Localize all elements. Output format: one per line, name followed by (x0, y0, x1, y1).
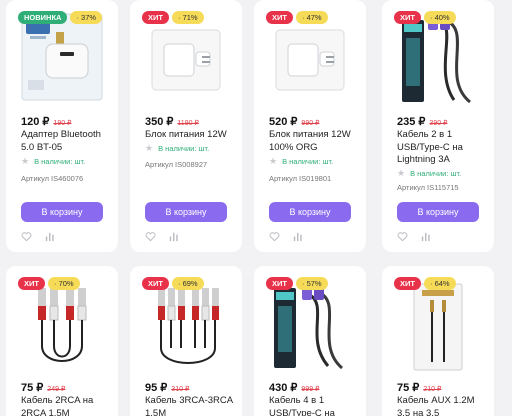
discount-badge: · 64% (423, 277, 456, 290)
price: 95 ₽ 310 ₽ (145, 381, 189, 394)
card-actions (397, 231, 431, 242)
product-card[interactable]: ХИТ · 57% 430 ₽ 999 ₽ Кабель 4 в 1 USB/T… (254, 266, 366, 416)
discount-badge: · 47% (295, 11, 328, 24)
compare-icon[interactable] (44, 231, 55, 242)
heart-icon[interactable] (269, 231, 280, 242)
hit-badge: ХИТ (394, 277, 421, 290)
badges: ХИТ · 71% (142, 11, 204, 24)
product-title[interactable]: Адаптер Bluetooth 5.0 BT-05 (21, 129, 110, 154)
old-price: 999 ₽ (301, 386, 320, 393)
stock-text: В наличии: шт. (282, 157, 334, 166)
compare-icon[interactable] (292, 231, 303, 242)
badges: ХИТ · 47% (266, 11, 328, 24)
hit-badge: ХИТ (266, 277, 293, 290)
product-title[interactable]: Кабель AUX 1.2M 3.5 на 3.5 (397, 395, 486, 416)
add-to-cart-button[interactable]: В корзину (397, 202, 479, 222)
product-card[interactable]: ХИТ · 70% 75 ₽ 249 ₽ Кабель 2RCA на 2RCA… (6, 266, 118, 416)
add-to-cart-button[interactable]: В корзину (145, 202, 227, 222)
product-title[interactable]: Кабель 2 в 1 USB/Type-C на Lightning 3A (397, 129, 486, 167)
product-card[interactable]: ХИТ · 47% 520 ₽ 990 ₽ Блок питания 12W 1… (254, 0, 366, 252)
badges: ХИТ · 57% (266, 277, 328, 290)
product-title[interactable]: Блок питания 12W 100% ORG (269, 129, 358, 154)
product-title[interactable]: Блок питания 12W (145, 129, 234, 142)
old-price: 249 ₽ (47, 386, 66, 393)
product-card[interactable]: ХИТ · 71% 350 ₽ 1190 ₽ Блок питания 12W … (130, 0, 242, 252)
old-price: 990 ₽ (301, 120, 320, 127)
article-number: Артикул IS019801 (269, 174, 332, 183)
product-title[interactable]: Кабель 4 в 1 USB/Type-C на Type- (269, 395, 358, 416)
stock-status: ★ В наличии: шт. (397, 168, 461, 179)
stock-text: В наличии: шт. (158, 144, 210, 153)
discount-badge: · 57% (295, 277, 328, 290)
current-price: 120 ₽ (21, 116, 50, 128)
article-number: Артикул IS115715 (397, 183, 459, 192)
hit-badge: ХИТ (394, 11, 421, 24)
badges: НОВИНКА · 37% (18, 11, 103, 24)
current-price: 75 ₽ (21, 382, 44, 394)
stock-status: ★ В наличии: шт. (145, 143, 209, 154)
current-price: 95 ₽ (145, 382, 168, 394)
price: 75 ₽ 249 ₽ (21, 381, 65, 394)
heart-icon[interactable] (397, 231, 408, 242)
stock-status: ★ В наличии: шт. (269, 156, 333, 167)
product-card[interactable]: НОВИНКА · 37% 120 ₽ 190 ₽ Адаптер Blueto… (6, 0, 118, 252)
price: 235 ₽ 390 ₽ (397, 115, 448, 128)
stock-text: В наличии: шт. (34, 157, 86, 166)
discount-badge: · 70% (47, 277, 80, 290)
star-icon: ★ (21, 156, 30, 166)
discount-badge: · 40% (423, 11, 456, 24)
star-icon: ★ (269, 156, 278, 166)
card-actions (145, 231, 179, 242)
discount-badge: · 37% (70, 11, 103, 24)
current-price: 75 ₽ (397, 382, 420, 394)
stock-status: ★ В наличии: шт. (21, 156, 85, 167)
article-number: Артикул IS460076 (21, 174, 84, 183)
current-price: 520 ₽ (269, 116, 298, 128)
product-card[interactable]: ХИТ · 64% 75 ₽ 210 ₽ Кабель AUX 1.2M 3.5… (382, 266, 494, 416)
discount-badge: · 71% (171, 11, 204, 24)
product-card[interactable]: ХИТ · 40% 235 ₽ 390 ₽ Кабель 2 в 1 USB/T… (382, 0, 494, 252)
badges: ХИТ · 70% (18, 277, 80, 290)
current-price: 350 ₽ (145, 116, 174, 128)
new-badge: НОВИНКА (18, 11, 68, 24)
old-price: 1190 ₽ (177, 120, 199, 127)
add-to-cart-button[interactable]: В корзину (269, 202, 351, 222)
current-price: 235 ₽ (397, 116, 426, 128)
heart-icon[interactable] (21, 231, 32, 242)
article-number: Артикул IS008927 (145, 160, 208, 169)
star-icon: ★ (145, 143, 154, 153)
product-card[interactable]: ХИТ · 69% 95 ₽ 310 ₽ Кабель 3RCA-3RCA 1.… (130, 266, 242, 416)
compare-icon[interactable] (168, 231, 179, 242)
discount-badge: · 69% (171, 277, 204, 290)
card-actions (269, 231, 303, 242)
price: 120 ₽ 190 ₽ (21, 115, 72, 128)
badges: ХИТ · 64% (394, 277, 456, 290)
product-title[interactable]: Кабель 2RCA на 2RCA 1.5M (21, 395, 110, 416)
price: 430 ₽ 999 ₽ (269, 381, 320, 394)
hit-badge: ХИТ (266, 11, 293, 24)
price: 520 ₽ 990 ₽ (269, 115, 320, 128)
hit-badge: ХИТ (142, 11, 169, 24)
current-price: 430 ₽ (269, 382, 298, 394)
badges: ХИТ · 40% (394, 11, 456, 24)
old-price: 190 ₽ (53, 120, 72, 127)
add-to-cart-button[interactable]: В корзину (21, 202, 103, 222)
hit-badge: ХИТ (18, 277, 45, 290)
price: 350 ₽ 1190 ₽ (145, 115, 199, 128)
hit-badge: ХИТ (142, 277, 169, 290)
old-price: 390 ₽ (429, 120, 448, 127)
old-price: 310 ₽ (171, 386, 190, 393)
stock-text: В наличии: шт. (410, 169, 462, 178)
card-actions (21, 231, 55, 242)
star-icon: ★ (397, 168, 406, 178)
heart-icon[interactable] (145, 231, 156, 242)
product-title[interactable]: Кабель 3RCA-3RCA 1.5M (145, 395, 234, 416)
old-price: 210 ₽ (423, 386, 442, 393)
price: 75 ₽ 210 ₽ (397, 381, 441, 394)
compare-icon[interactable] (420, 231, 431, 242)
badges: ХИТ · 69% (142, 277, 204, 290)
